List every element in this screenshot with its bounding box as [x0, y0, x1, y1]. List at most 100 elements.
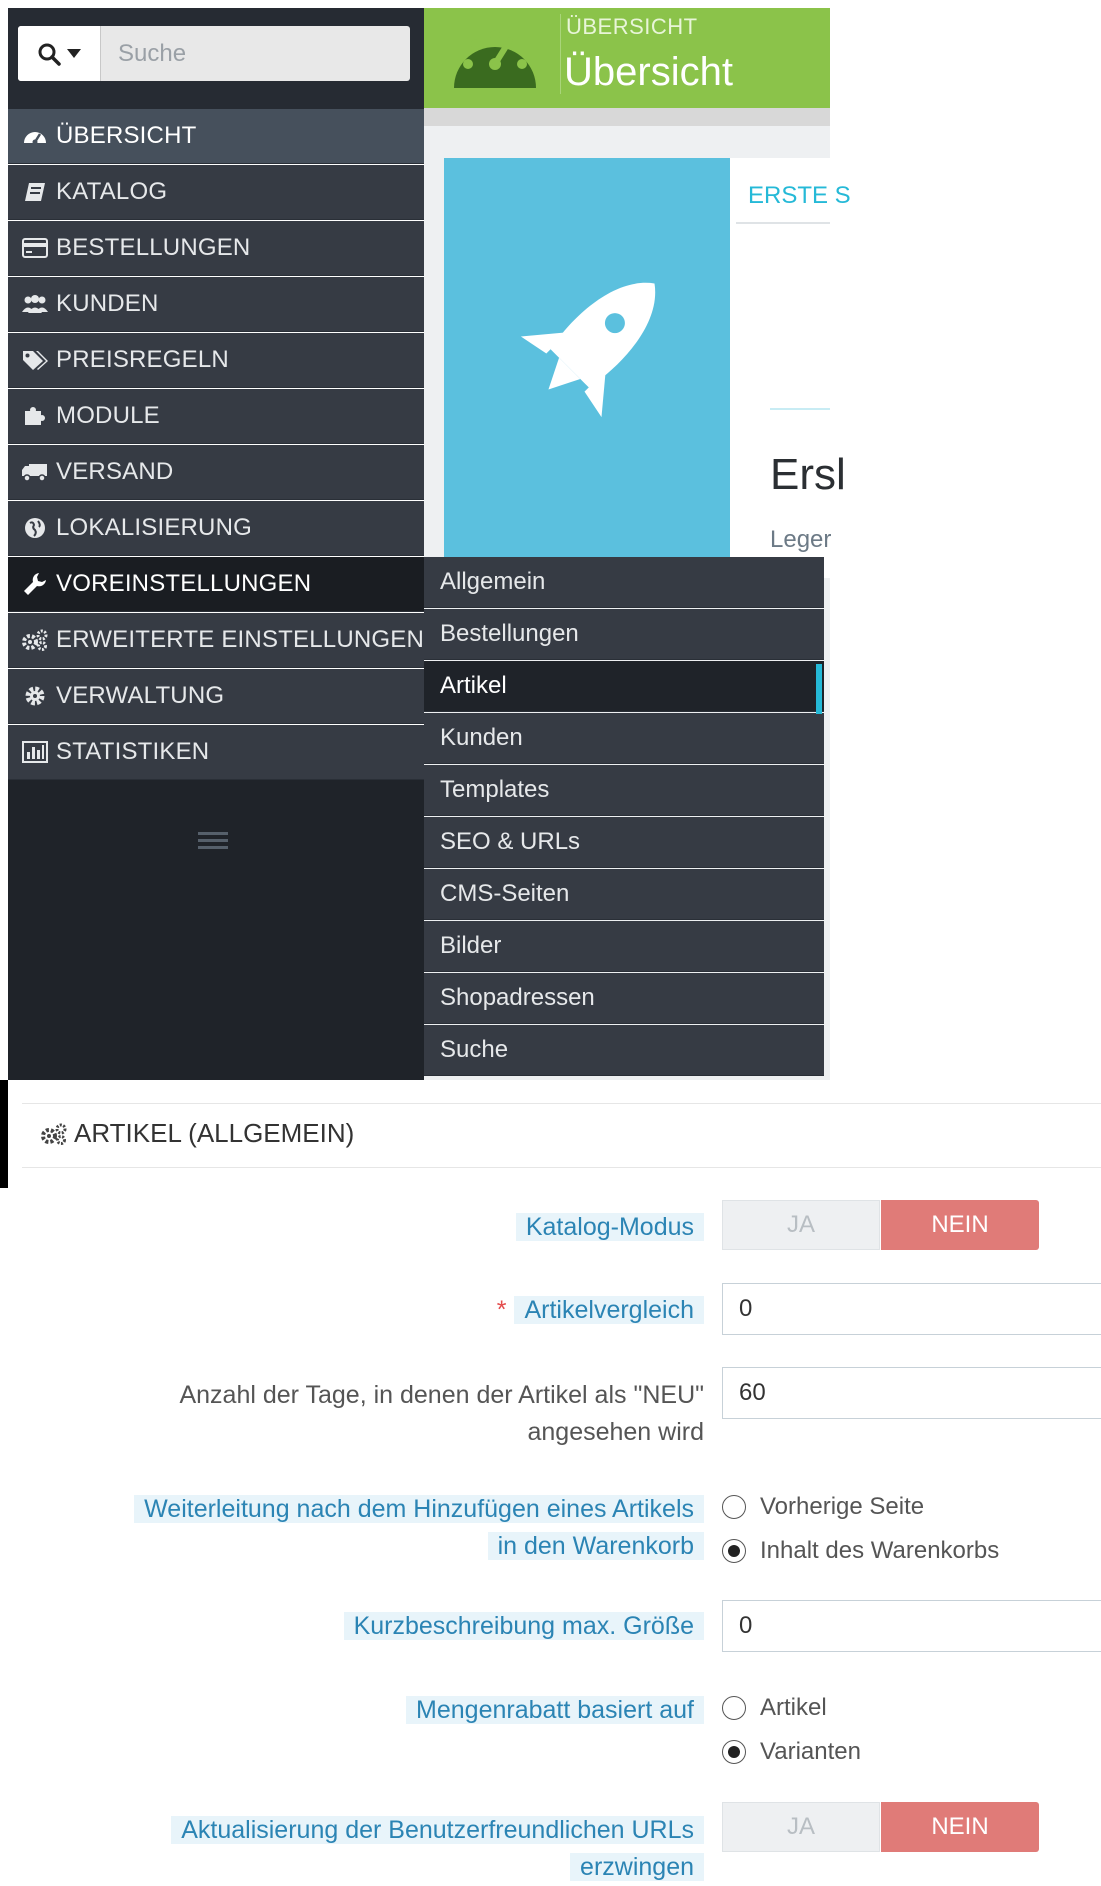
redirect-option-cart[interactable]: Inhalt des Warenkorbs	[722, 1537, 999, 1565]
nav-item-customers[interactable]: KUNDEN	[8, 277, 424, 332]
cogs-icon	[20, 627, 50, 653]
catalog-mode-no[interactable]: NEIN	[881, 1200, 1039, 1250]
nav-item-statistics[interactable]: STATISTIKEN	[8, 725, 424, 780]
menu-toggle-icon[interactable]	[198, 828, 228, 854]
header-shadow	[424, 108, 830, 126]
redirect-option-previous[interactable]: Vorherige Seite	[722, 1493, 924, 1521]
panel-border	[22, 1103, 1101, 1104]
search-input[interactable]	[102, 26, 402, 81]
new-days-input[interactable]	[722, 1367, 1101, 1419]
radio-label: Varianten	[760, 1738, 861, 1765]
nav-item-shipping[interactable]: VERSAND	[8, 445, 424, 500]
dashboard-icon	[20, 123, 50, 149]
force-url-label-line2: erzwingen	[570, 1853, 704, 1881]
search-type-button[interactable]	[18, 26, 101, 81]
panel-heading: Ersl	[770, 450, 846, 499]
quantity-discount-label-text: Mengenrabatt basiert auf	[406, 1696, 704, 1724]
breadcrumb[interactable]: ÜBERSICHT	[566, 14, 698, 40]
quantity-discount-option-product[interactable]: Artikel	[722, 1694, 827, 1722]
redirect-label-line1: Weiterleitung nach dem Hinzufügen eines …	[134, 1495, 704, 1523]
force-url-no[interactable]: NEIN	[881, 1802, 1039, 1852]
panel-divider	[770, 408, 830, 410]
nav-item-label: LOKALISIERUNG	[56, 514, 252, 541]
radio-button[interactable]	[722, 1495, 746, 1519]
credit-card-icon	[20, 235, 50, 261]
preferences-submenu: Allgemein Bestellungen Artikel Kunden Te…	[424, 557, 828, 1081]
submenu-item-seo-urls[interactable]: SEO & URLs	[424, 817, 824, 868]
nav-item-overview[interactable]: ÜBERSICHT	[8, 109, 424, 164]
radio-label: Artikel	[760, 1694, 827, 1721]
submenu-item-products[interactable]: Artikel	[424, 661, 824, 712]
nav-item-label: BESTELLUNGEN	[56, 234, 251, 261]
submenu-item-customers[interactable]: Kunden	[424, 713, 824, 764]
nav-item-modules[interactable]: MODULE	[8, 389, 424, 444]
sidebar-footer	[8, 780, 424, 1080]
nav-item-label: KUNDEN	[56, 290, 159, 317]
force-url-label-line1: Aktualisierung der Benutzerfreundlichen …	[171, 1816, 704, 1844]
book-icon	[20, 179, 50, 205]
nav-item-label: VERWALTUNG	[56, 682, 225, 709]
panel-title: ARTIKEL (ALLGEMEIN)	[40, 1118, 354, 1149]
panel-text: Leger	[770, 526, 832, 553]
nav-item-advanced-settings[interactable]: ERWEITERTE EINSTELLUNGEN	[8, 613, 424, 668]
submenu-item-templates[interactable]: Templates	[424, 765, 824, 816]
force-url-yes[interactable]: JA	[722, 1802, 880, 1852]
quantity-discount-option-variants[interactable]: Varianten	[722, 1738, 861, 1766]
new-days-label: Anzahl der Tage, in denen der Artikel al…	[179, 1377, 704, 1451]
submenu-item-images[interactable]: Bilder	[424, 921, 824, 972]
page-title: Übersicht	[564, 50, 733, 94]
new-days-label-line2: angesehen wird	[527, 1418, 704, 1446]
radio-label: Inhalt des Warenkorbs	[760, 1537, 1000, 1564]
short-desc-label-text: Kurzbeschreibung max. Größe	[343, 1612, 704, 1640]
dashboard-icon	[454, 30, 536, 88]
globe-icon	[20, 515, 50, 541]
submenu-item-shop-addresses[interactable]: Shopadressen	[424, 973, 824, 1024]
nav-item-catalog[interactable]: KATALOG	[8, 165, 424, 220]
nav-item-localization[interactable]: LOKALISIERUNG	[8, 501, 424, 556]
radio-button-selected[interactable]	[722, 1740, 746, 1764]
search-icon	[38, 43, 61, 66]
puzzle-icon	[20, 403, 50, 429]
panel-title-text: ARTIKEL (ALLGEMEIN)	[74, 1118, 355, 1148]
nav-item-label: STATISTIKEN	[56, 738, 210, 765]
catalog-mode-yes[interactable]: JA	[722, 1200, 880, 1250]
compare-label: * Artikelvergleich	[497, 1292, 704, 1329]
radio-button-selected[interactable]	[722, 1539, 746, 1563]
radio-button[interactable]	[722, 1696, 746, 1720]
quantity-discount-label: Mengenrabatt basiert auf	[406, 1692, 704, 1729]
rocket-icon	[520, 282, 656, 418]
short-desc-input[interactable]	[722, 1600, 1101, 1652]
nav-item-price-rules[interactable]: PREISREGELN	[8, 333, 424, 388]
wrench-icon	[20, 571, 50, 597]
nav-item-administration[interactable]: VERWALTUNG	[8, 669, 424, 724]
nav-item-label: KATALOG	[56, 178, 168, 205]
submenu-item-search[interactable]: Suche	[424, 1025, 824, 1076]
force-url-toggle: JA NEIN	[722, 1802, 1040, 1852]
catalog-mode-toggle: JA NEIN	[722, 1200, 1040, 1250]
truck-icon	[20, 459, 50, 485]
panel-heading-divider	[22, 1167, 1101, 1168]
nav-item-preferences[interactable]: VOREINSTELLUNGEN	[8, 557, 424, 612]
nav-item-label: VERSAND	[56, 458, 174, 485]
submenu-item-general[interactable]: Allgemein	[424, 557, 824, 608]
panel-divider	[736, 222, 830, 224]
nav-item-label: VOREINSTELLUNGEN	[56, 570, 312, 597]
nav-item-orders[interactable]: BESTELLUNGEN	[8, 221, 424, 276]
required-mark: *	[496, 1296, 507, 1324]
nav-item-label: ERWEITERTE EINSTELLUNGEN	[56, 626, 424, 653]
short-desc-label: Kurzbeschreibung max. Größe	[343, 1608, 704, 1645]
redirect-label-line2: in den Warenkorb	[487, 1532, 704, 1560]
submenu-item-cms-pages[interactable]: CMS-Seiten	[424, 869, 824, 920]
tags-icon	[20, 347, 50, 373]
sidebar-edge	[0, 1080, 8, 1188]
tab-getting-started[interactable]: ERSTE S	[748, 182, 851, 210]
header-divider	[560, 14, 561, 94]
radio-label: Vorherige Seite	[760, 1493, 925, 1520]
compare-input[interactable]	[722, 1283, 1101, 1335]
submenu-item-orders[interactable]: Bestellungen	[424, 609, 824, 660]
bar-chart-icon	[20, 739, 50, 765]
redirect-label: Weiterleitung nach dem Hinzufügen eines …	[134, 1491, 704, 1565]
nav-item-label: MODULE	[56, 402, 160, 429]
new-days-label-line1: Anzahl der Tage, in denen der Artikel al…	[179, 1381, 704, 1409]
active-indicator	[816, 664, 822, 714]
